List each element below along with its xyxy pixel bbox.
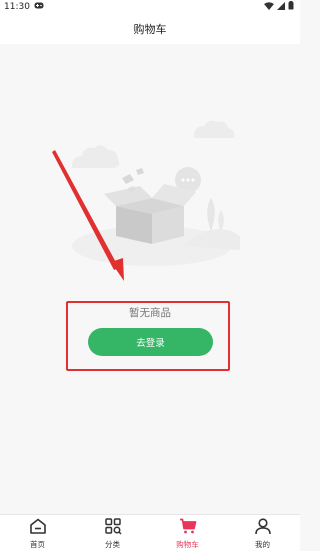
status-bar: 11:30 — [0, 0, 300, 14]
battery-icon — [288, 1, 294, 13]
tab-label: 分类 — [105, 539, 120, 549]
tab-label: 我的 — [255, 539, 270, 549]
status-time: 11:30 — [4, 2, 30, 12]
category-search-icon — [104, 517, 122, 537]
login-button[interactable]: 去登录 — [88, 328, 213, 356]
tab-label: 购物车 — [176, 539, 199, 549]
home-icon — [29, 517, 47, 537]
empty-box-illustration — [71, 120, 240, 266]
page-title: 购物车 — [133, 23, 167, 36]
cart-icon — [179, 517, 197, 537]
bottom-tab-bar: 首页 分类 购物车 我的 — [0, 514, 300, 551]
wifi-icon — [264, 1, 274, 13]
tab-category[interactable]: 分类 — [75, 515, 150, 551]
signal-icon — [277, 1, 285, 13]
gamepad-icon — [34, 2, 44, 12]
empty-cart-message: 暂无商品 — [129, 307, 171, 319]
tab-profile[interactable]: 我的 — [225, 515, 300, 551]
tab-cart[interactable]: 购物车 — [150, 515, 225, 551]
user-icon — [254, 517, 272, 537]
app-header: 购物车 — [0, 14, 300, 44]
annotation-arrow — [52, 150, 124, 281]
tab-label: 首页 — [30, 539, 45, 549]
tab-home[interactable]: 首页 — [0, 515, 75, 551]
